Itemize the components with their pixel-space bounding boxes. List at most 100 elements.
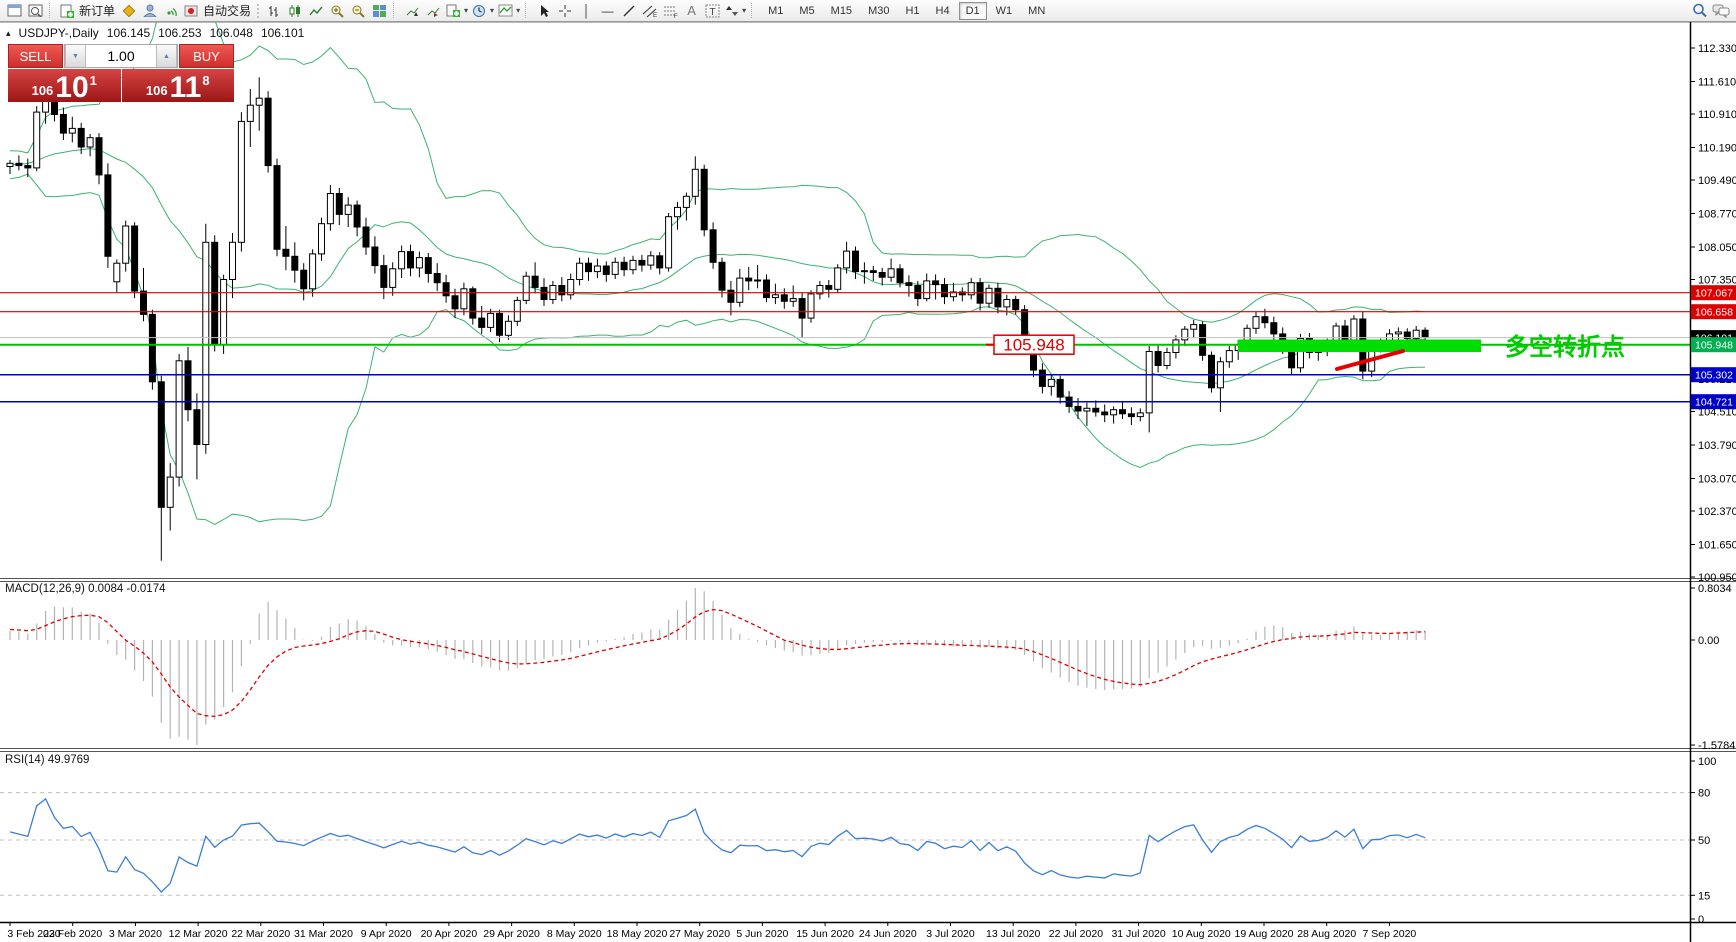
svg-text:5 Jun 2020: 5 Jun 2020 [736, 928, 788, 940]
period-clock-button[interactable]: ▾ [470, 1, 496, 21]
svg-text:19 Aug 2020: 19 Aug 2020 [1235, 928, 1294, 940]
tab-timeframe-m15[interactable]: M15 [824, 2, 859, 20]
crosshair-tool[interactable] [555, 1, 576, 21]
tab-timeframe-m30[interactable]: M30 [861, 2, 896, 20]
svg-text:100: 100 [1698, 756, 1716, 768]
svg-text:-1.5784: -1.5784 [1698, 740, 1735, 752]
new-order-button[interactable]: 新订单 [58, 1, 119, 21]
svg-text:103.070: 103.070 [1698, 474, 1736, 486]
svg-text:111.610: 111.610 [1698, 77, 1736, 89]
svg-text:106.658: 106.658 [1695, 307, 1733, 319]
symbol-name: USDJPY-,Daily [19, 26, 99, 40]
community-chat-icon[interactable] [1710, 1, 1732, 21]
symbol-collapse-icon[interactable]: ▴ [6, 28, 11, 39]
ohlc-high: 106.253 [158, 26, 201, 40]
svg-text:103.790: 103.790 [1698, 440, 1736, 452]
market-user-icon[interactable] [140, 1, 161, 21]
tab-timeframe-m1[interactable]: M1 [761, 2, 790, 20]
svg-text:29 Apr 2020: 29 Apr 2020 [483, 928, 540, 940]
window-preview-icon[interactable] [25, 1, 46, 21]
hline-tool[interactable]: — [597, 1, 618, 21]
chevron-down-icon: ▾ [464, 6, 468, 15]
indicators-button[interactable]: ▾ [496, 1, 522, 21]
volume-value[interactable]: 1.00 [86, 45, 156, 67]
text-label-tool[interactable]: T [702, 1, 723, 21]
svg-text:8 May 2020: 8 May 2020 [547, 928, 602, 940]
candle-chart-icon[interactable] [285, 1, 306, 21]
tab-timeframe-mn[interactable]: MN [1021, 2, 1052, 20]
line-chart-icon[interactable] [306, 1, 327, 21]
svg-text:27 May 2020: 27 May 2020 [669, 928, 730, 940]
buy-price-main: 11 [170, 74, 202, 101]
svg-text:105.302: 105.302 [1695, 370, 1733, 382]
zoom-in-icon[interactable] [327, 1, 348, 21]
macd-label: MACD(12,26,9) 0.0084 -0.0174 [5, 583, 166, 595]
autotrade-icon [184, 4, 199, 17]
bar-chart-icon[interactable] [264, 1, 285, 21]
macd-value: 0.0084 [88, 583, 123, 595]
sell-price-prefix: 106 [32, 83, 54, 98]
volume-increase-button[interactable]: ▲ [156, 45, 177, 67]
signals-icon[interactable] [161, 1, 182, 21]
rsi-value: 49.9769 [48, 754, 90, 766]
cursor-tool[interactable] [534, 1, 555, 21]
zoom-out-icon[interactable] [348, 1, 369, 21]
arrows-tool[interactable]: ▾ [723, 1, 748, 21]
tab-timeframe-d1[interactable]: D1 [959, 2, 987, 20]
profiles-button[interactable]: ▾ [444, 1, 470, 21]
svg-text:108.050: 108.050 [1698, 242, 1736, 254]
clock-icon [472, 4, 487, 18]
tab-timeframe-h1[interactable]: H1 [898, 2, 926, 20]
svg-text:0: 0 [1698, 914, 1704, 926]
tile-windows-icon[interactable] [369, 1, 390, 21]
buy-button[interactable]: BUY [179, 44, 234, 68]
sell-price[interactable]: 106 10 1 [8, 69, 121, 102]
buy-price-pip: 8 [202, 73, 209, 88]
svg-text:3 Jul 2020: 3 Jul 2020 [926, 928, 975, 940]
svg-text:105.948: 105.948 [1003, 336, 1064, 355]
ohlc-open: 106.145 [107, 26, 150, 40]
volume-decrease-button[interactable]: ▼ [65, 45, 86, 67]
fibonacci-tool[interactable]: F [660, 1, 681, 21]
svg-text:109.490: 109.490 [1698, 175, 1736, 187]
chart-window-icon[interactable] [4, 1, 25, 21]
chart-shift-icon[interactable] [423, 1, 444, 21]
tab-timeframe-w1[interactable]: W1 [989, 2, 1020, 20]
svg-text:F: F [674, 14, 678, 18]
buy-price[interactable]: 106 11 8 [122, 69, 235, 102]
sell-price-main: 10 [55, 74, 88, 101]
svg-text:107.067: 107.067 [1695, 288, 1733, 300]
svg-text:105.948: 105.948 [1695, 340, 1733, 352]
chevron-down-icon: ▾ [516, 6, 520, 15]
autotrade-button[interactable]: 自动交易 [182, 1, 255, 21]
tab-timeframe-h4[interactable]: H4 [929, 2, 957, 20]
svg-text:31 Mar 2020: 31 Mar 2020 [294, 928, 353, 940]
chart-canvas[interactable]: 105.948多空转折点112.330111.610110.910110.190… [0, 0, 1736, 942]
trendline-tool[interactable] [618, 1, 639, 21]
svg-text:0.00: 0.00 [1698, 635, 1719, 647]
text-tool[interactable]: A [681, 1, 702, 21]
indicators-icon [498, 4, 513, 18]
new-order-label: 新订单 [77, 2, 117, 19]
metaeditor-icon[interactable] [119, 1, 140, 21]
svg-text:110.910: 110.910 [1698, 109, 1736, 121]
svg-text:101.650: 101.650 [1698, 540, 1736, 552]
auto-scroll-icon[interactable] [402, 1, 423, 21]
autotrade-label: 自动交易 [201, 2, 253, 19]
svg-text:T: T [709, 7, 715, 18]
svg-text:15 Jun 2020: 15 Jun 2020 [796, 928, 854, 940]
ohlc-low: 106.048 [210, 26, 253, 40]
tab-timeframe-m5[interactable]: M5 [792, 2, 821, 20]
svg-text:110.190: 110.190 [1698, 143, 1736, 155]
svg-text:18 May 2020: 18 May 2020 [607, 928, 668, 940]
svg-text:3 Mar 2020: 3 Mar 2020 [109, 928, 162, 940]
svg-text:104.721: 104.721 [1695, 397, 1733, 409]
macd-name: MACD(12,26,9) [5, 583, 85, 595]
channel-tool[interactable]: E [639, 1, 660, 21]
new-order-icon [60, 4, 75, 18]
svg-text:28 Aug 2020: 28 Aug 2020 [1297, 928, 1356, 940]
sell-button[interactable]: SELL [8, 44, 63, 68]
one-click-trading-panel: SELL ▼ 1.00 ▲ BUY 106 10 1 106 11 8 [8, 44, 234, 102]
search-icon[interactable] [1689, 1, 1710, 21]
vline-tool[interactable]: │ [576, 1, 597, 21]
